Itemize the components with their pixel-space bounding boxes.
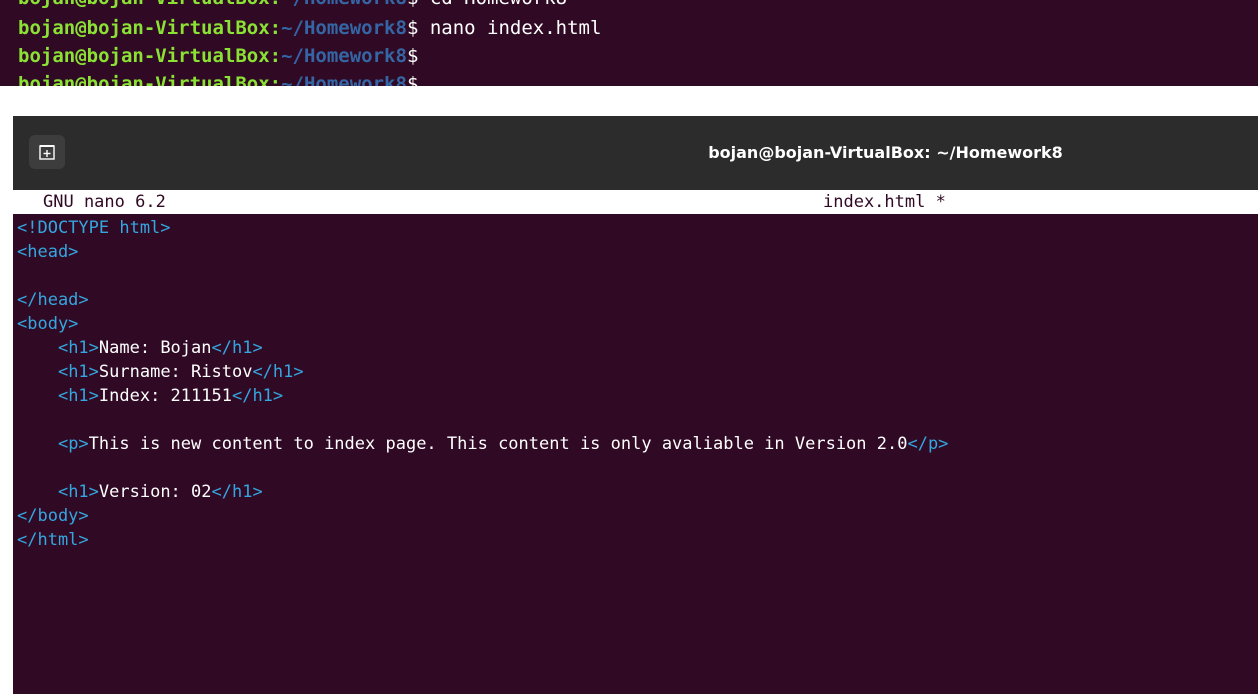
- terminal-line: bojan@bojan-VirtualBox:~/Homework8$: [18, 72, 418, 86]
- html-tag: </p>: [907, 434, 949, 454]
- html-tag: <head>: [17, 242, 79, 262]
- code-line: <h1>Index: 211151</h1>: [17, 384, 1255, 408]
- html-tag: <h1>: [57, 482, 99, 502]
- html-tag: </head>: [17, 290, 89, 310]
- previous-terminal: bojan@bojan-VirtualBox:~/Homework8$ cd H…: [0, 0, 1258, 86]
- html-text: This is new content to index page. This …: [88, 434, 908, 454]
- code-line: <p>This is new content to index page. Th…: [17, 432, 1255, 456]
- prompt-symbol: $: [406, 73, 419, 86]
- prompt-user-host: bojan@bojan-VirtualBox:: [18, 0, 281, 9]
- html-tag: <p>: [57, 434, 89, 454]
- html-tag: </h1>: [211, 338, 263, 358]
- nano-filename: index.html *: [823, 192, 946, 212]
- editor-area[interactable]: <!DOCTYPE html> <head> </head> <body> <h…: [17, 216, 1255, 552]
- title-bar[interactable]: bojan@bojan-VirtualBox: ~/Homework8: [13, 116, 1258, 190]
- code-line: <h1>Version: 02</h1>: [17, 480, 1255, 504]
- prompt-command: nano index.html: [418, 17, 602, 39]
- terminal-line: bojan@bojan-VirtualBox:~/Homework8$ cd H…: [18, 0, 567, 10]
- code-line: </body>: [17, 504, 1255, 528]
- html-tag: <h1>: [57, 386, 99, 406]
- terminal-window[interactable]: bojan@bojan-VirtualBox: ~/Homework8 GNU …: [13, 116, 1258, 694]
- prompt-command: cd Homework8: [418, 0, 567, 9]
- html-text: Version: 02: [98, 482, 212, 502]
- prompt-user-host: bojan@bojan-VirtualBox:: [18, 45, 282, 67]
- prompt-path: ~/Homework8: [281, 17, 407, 39]
- nano-header-bar: GNU nano 6.2 index.html *: [13, 190, 1258, 214]
- prompt-user-host: bojan@bojan-VirtualBox:: [18, 73, 282, 86]
- html-tag: </h1>: [252, 362, 304, 382]
- code-line: <h1>Name: Bojan</h1>: [17, 336, 1255, 360]
- html-tag: </h1>: [211, 482, 263, 502]
- html-text: Index: 211151: [98, 386, 232, 406]
- code-line: <!DOCTYPE html>: [17, 216, 1255, 240]
- html-tag: </h1>: [231, 386, 284, 406]
- code-line: <head>: [17, 240, 1255, 264]
- html-tag: </body>: [17, 506, 89, 526]
- window-title: bojan@bojan-VirtualBox: ~/Homework8: [708, 143, 1063, 162]
- terminal-line: bojan@bojan-VirtualBox:~/Homework8$ nano…: [18, 16, 601, 40]
- code-line: </head>: [17, 288, 1255, 312]
- code-line: <h1>Surname: Ristov</h1>: [17, 360, 1255, 384]
- code-line: <body>: [17, 312, 1255, 336]
- prompt-path: ~/Homework8: [281, 0, 407, 9]
- prompt-symbol: $: [407, 0, 418, 9]
- html-tag: <h1>: [57, 362, 99, 382]
- html-tag: <!DOCTYPE html>: [17, 218, 171, 238]
- html-tag: <h1>: [57, 338, 99, 358]
- terminal-line: bojan@bojan-VirtualBox:~/Homework8$: [18, 44, 418, 68]
- prompt-user-host: bojan@bojan-VirtualBox:: [18, 17, 282, 39]
- nano-version: GNU nano 6.2: [43, 192, 166, 212]
- code-line: </html>: [17, 528, 1255, 552]
- html-tag: </html>: [17, 530, 89, 550]
- prompt-symbol: $: [406, 17, 419, 39]
- html-tag: <body>: [17, 314, 79, 334]
- html-text: Surname: Ristov: [98, 362, 253, 382]
- html-text: Name: Bojan: [98, 338, 212, 358]
- prompt-path: ~/Homework8: [281, 45, 407, 67]
- prompt-path: ~/Homework8: [281, 73, 407, 86]
- prompt-symbol: $: [406, 45, 419, 67]
